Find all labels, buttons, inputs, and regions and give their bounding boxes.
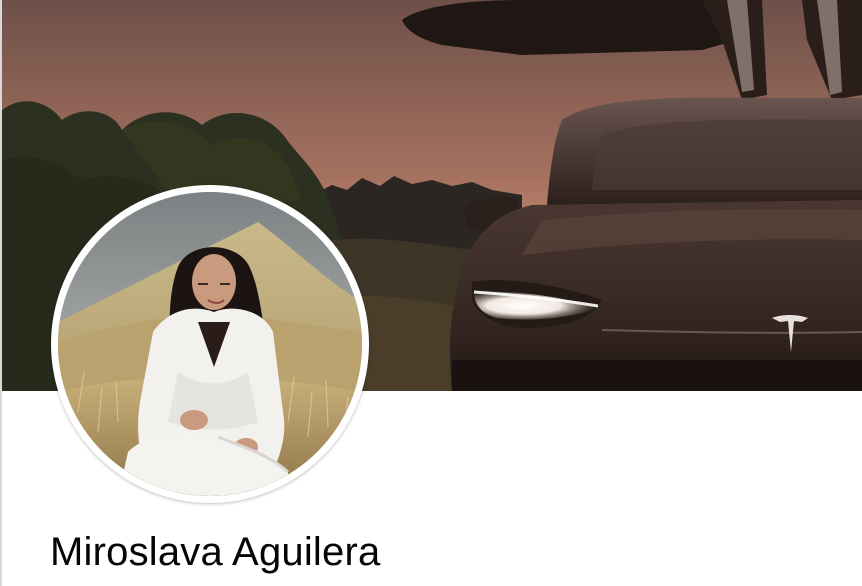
profile-name: Miroslava Aguilera	[50, 530, 381, 574]
profile-avatar[interactable]	[51, 185, 369, 503]
profile-avatar-photo	[58, 192, 362, 496]
profile-header: Miroslava Aguilera	[0, 0, 862, 586]
avatar-illustration	[58, 192, 362, 496]
